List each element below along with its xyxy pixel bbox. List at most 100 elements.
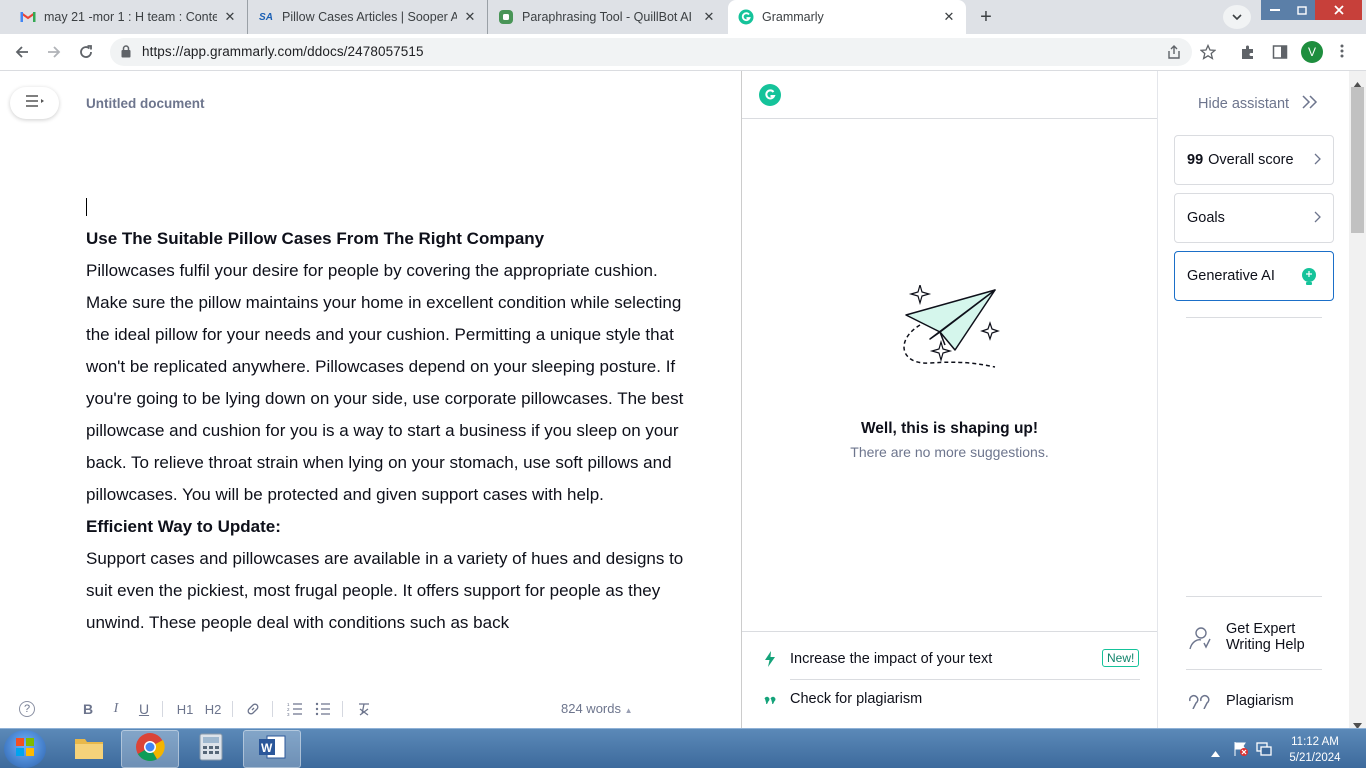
share-icon[interactable] <box>1166 44 1182 65</box>
minimize-window-icon[interactable] <box>1261 0 1289 20</box>
action-center-flag-icon[interactable] <box>1233 741 1249 762</box>
screen: may 21 -mor 1 : H team : Conten ✕ SA Pil… <box>0 0 1366 768</box>
overall-score-card[interactable]: 99 Overall score <box>1174 135 1334 185</box>
hide-assistant-button[interactable]: Hide assistant <box>1198 96 1289 112</box>
paper-plane-illustration <box>900 282 1000 390</box>
tab-title: Grammarly <box>762 10 824 24</box>
back-arrow-icon[interactable] <box>9 39 35 65</box>
hamburger-icon <box>25 94 45 113</box>
close-tab-icon[interactable]: ✕ <box>461 8 479 26</box>
overall-score-label: Overall score <box>1208 152 1294 168</box>
document-menu-button[interactable] <box>10 87 59 119</box>
reload-icon[interactable] <box>73 39 99 65</box>
browser-toolbar: https://app.grammarly.com/ddocs/24780575… <box>0 34 1366 71</box>
generative-ai-card[interactable]: Generative AI <box>1174 251 1334 301</box>
tab-grammarly[interactable]: Grammarly ✕ <box>728 0 966 34</box>
divider <box>342 701 343 717</box>
network-icon[interactable] <box>1256 741 1272 762</box>
paragraph: Pillowcases fulfil your desire for peopl… <box>86 261 684 504</box>
feature-label: Check for plagiarism <box>790 691 923 707</box>
grammarly-icon <box>738 9 754 25</box>
plagiarism-item[interactable]: Plagiarism <box>1186 685 1336 715</box>
lightbulb-icon <box>1301 268 1317 290</box>
divider <box>1186 317 1322 318</box>
tab-gmail[interactable]: may 21 -mor 1 : H team : Conten ✕ <box>8 0 248 34</box>
quote-icon <box>1188 693 1212 714</box>
underline-button[interactable]: U <box>136 699 152 719</box>
profile-avatar[interactable]: V <box>1301 41 1323 63</box>
chrome-taskbar-button[interactable] <box>121 730 179 768</box>
expert-help-item[interactable]: Get Expert Writing Help <box>1186 619 1336 655</box>
close-tab-icon[interactable]: ✕ <box>221 8 239 26</box>
text-cursor <box>86 198 87 216</box>
double-chevron-right-icon[interactable] <box>1300 94 1320 115</box>
close-tab-icon[interactable]: ✕ <box>940 8 958 26</box>
goals-card[interactable]: Goals <box>1174 193 1334 243</box>
side-panel-icon[interactable] <box>1272 44 1288 65</box>
goals-label: Goals <box>1187 210 1225 226</box>
heading1-button[interactable]: H1 <box>174 699 196 719</box>
scrollbar-thumb[interactable] <box>1351 87 1364 233</box>
start-button[interactable] <box>4 730 46 768</box>
chrome-icon <box>135 732 165 767</box>
tab-quillbot[interactable]: Paraphrasing Tool - QuillBot AI ✕ <box>488 0 726 34</box>
word-taskbar-button[interactable]: W <box>243 730 301 768</box>
increase-impact-item[interactable]: Increase the impact of your text New! <box>742 639 1157 679</box>
quillbot-icon <box>498 9 514 25</box>
bold-button[interactable]: B <box>80 699 96 719</box>
check-plagiarism-item[interactable]: Check for plagiarism <box>742 679 1157 719</box>
heading2-button[interactable]: H2 <box>202 699 224 719</box>
close-window-icon[interactable] <box>1315 0 1362 20</box>
extensions-puzzle-icon[interactable] <box>1240 44 1256 65</box>
clear-formatting-icon[interactable] <box>355 699 373 719</box>
word-count[interactable]: 824 words ▲ <box>561 701 633 716</box>
overall-score-value: 99 <box>1187 152 1204 168</box>
heading: Use The Suitable Pillow Cases From The R… <box>86 229 545 248</box>
address-bar[interactable]: https://app.grammarly.com/ddocs/24780575… <box>110 38 1192 66</box>
close-tab-icon[interactable]: ✕ <box>700 8 718 26</box>
grammarly-logo-icon <box>759 84 781 106</box>
lock-icon <box>121 45 131 63</box>
word-count-text: 824 words <box>561 701 621 716</box>
show-hidden-icons-arrow-icon[interactable] <box>1211 744 1220 762</box>
assistant-panel: Well, this is shaping up! There are no m… <box>741 71 1157 728</box>
quote-icon <box>762 691 778 707</box>
new-tab-button[interactable]: + <box>972 4 1000 30</box>
forward-arrow-icon[interactable] <box>41 39 67 65</box>
help-button[interactable]: ? <box>19 701 35 717</box>
feature-label: Increase the impact of your text <box>790 651 993 667</box>
system-clock[interactable]: 11:12 AM 5/21/2024 <box>1278 734 1352 766</box>
clock-date: 5/21/2024 <box>1289 752 1341 764</box>
tab-title: may 21 -mor 1 : H team : Conten <box>44 10 217 24</box>
browser-menu-icon[interactable] <box>1340 43 1344 64</box>
generative-ai-label: Generative AI <box>1187 268 1275 284</box>
windows-taskbar: W 11:12 AM 5/21/2024 <box>0 728 1366 768</box>
maximize-window-icon[interactable] <box>1289 0 1315 20</box>
file-explorer-taskbar-button[interactable] <box>60 730 118 768</box>
lightning-icon <box>762 651 778 667</box>
document-title[interactable]: Untitled document <box>86 96 205 111</box>
caret-up-icon: ▲ <box>624 706 633 715</box>
plagiarism-label: Plagiarism <box>1226 693 1294 709</box>
calculator-taskbar-button[interactable] <box>182 730 240 768</box>
word-icon: W <box>257 733 287 766</box>
divider <box>1186 596 1322 597</box>
sooperarticles-icon: SA <box>259 11 273 23</box>
link-icon[interactable] <box>244 699 262 719</box>
document-editor: Untitled document Use The Suitable Pillo… <box>0 71 741 728</box>
divider <box>232 701 233 717</box>
divider <box>1186 669 1322 670</box>
folder-icon <box>74 734 104 765</box>
document-body[interactable]: Use The Suitable Pillow Cases From The R… <box>86 223 696 639</box>
bookmark-star-icon[interactable] <box>1199 43 1217 65</box>
assistant-header <box>742 71 1157 119</box>
paragraph: Support cases and pillowcases are availa… <box>86 549 684 632</box>
bulleted-list-icon[interactable] <box>314 699 332 719</box>
tab-title: Paraphrasing Tool - QuillBot AI <box>522 10 693 24</box>
tab-sooperarticles[interactable]: SA Pillow Cases Articles | Sooper Art ✕ <box>248 0 488 34</box>
tab-search-icon[interactable] <box>1223 5 1251 29</box>
divider <box>272 701 273 717</box>
expert-person-icon <box>1188 625 1212 656</box>
numbered-list-icon[interactable]: 123 <box>286 699 304 719</box>
italic-button[interactable]: I <box>108 699 124 719</box>
